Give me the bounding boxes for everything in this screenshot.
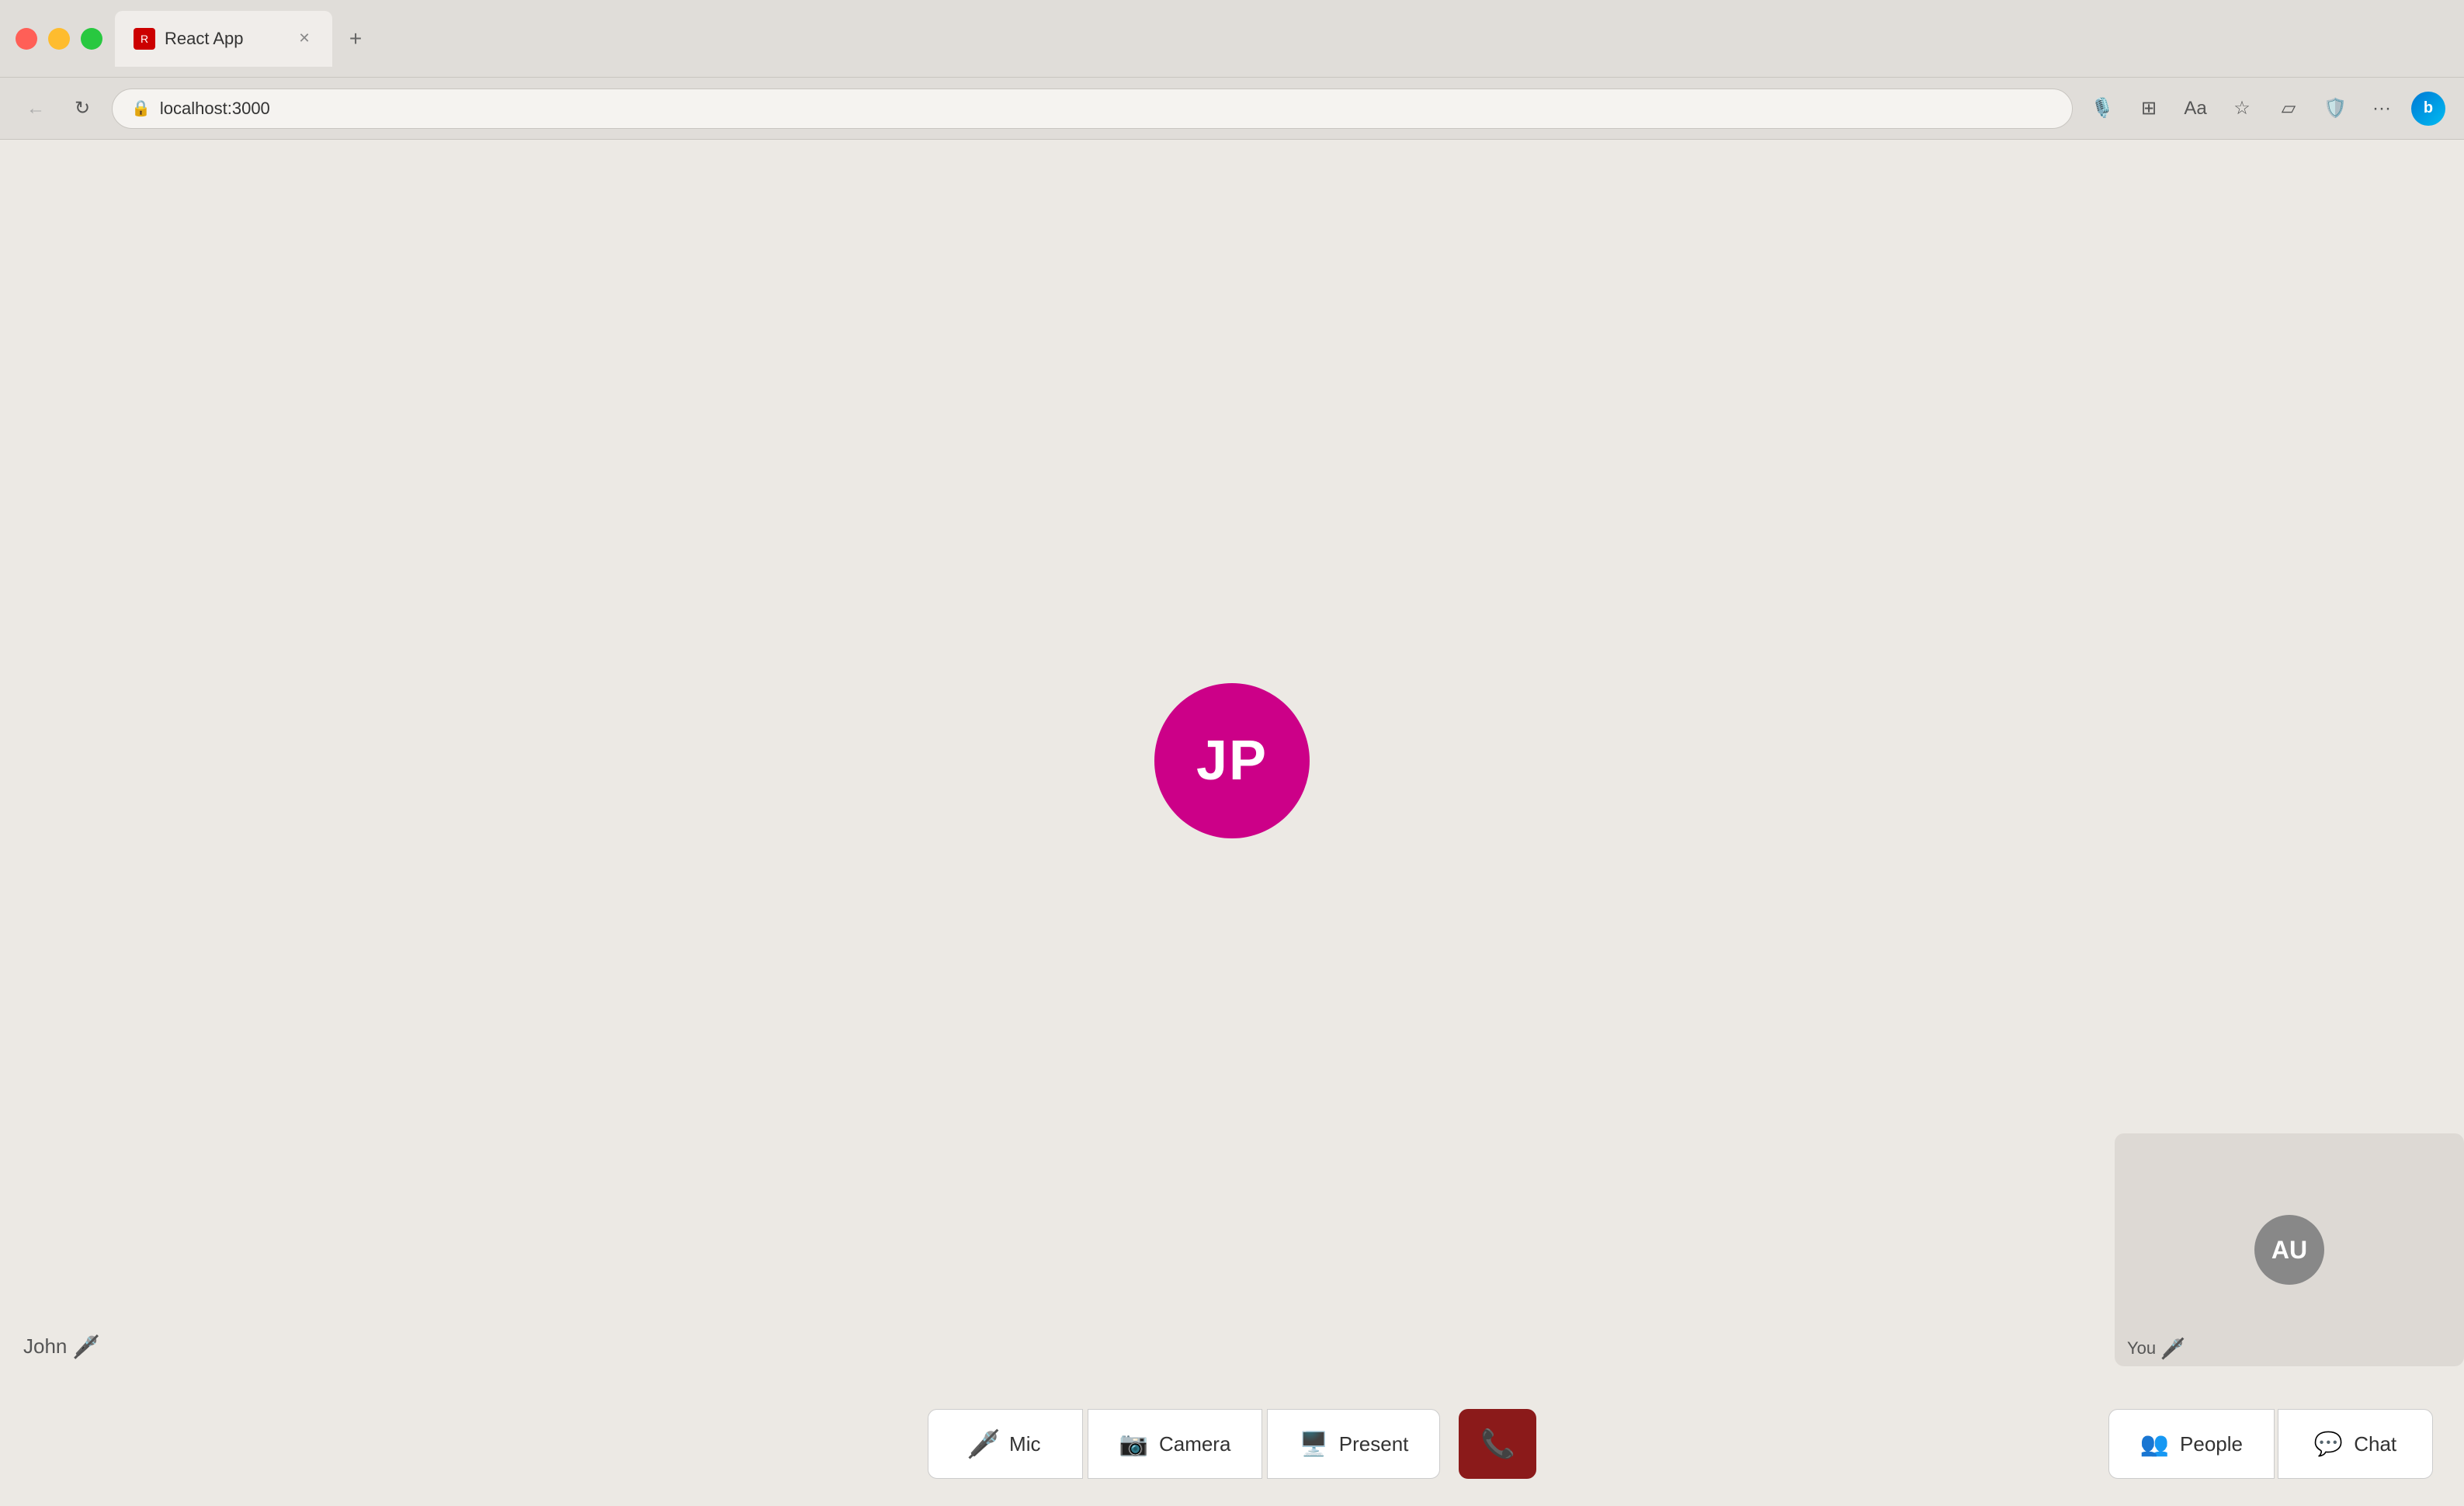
split-view-icon[interactable]: ▱ [2271, 92, 2306, 126]
present-label: Present [1339, 1432, 1409, 1456]
chat-label: Chat [2354, 1432, 2396, 1456]
new-tab-button[interactable]: + [338, 22, 373, 56]
minimize-window-button[interactable] [48, 28, 70, 50]
browser-toolbar: 🎙️ ⊞ Aa ☆ ▱ 🛡️ ··· b [2085, 92, 2445, 126]
microphone-icon[interactable]: 🎙️ [2085, 92, 2119, 126]
more-options-icon[interactable]: ··· [2365, 92, 2399, 126]
you-name-text: You [2127, 1338, 2156, 1359]
favicon-icon: R [141, 33, 148, 45]
video-main: JP John 🎤 AU You 🎤 [0, 140, 2464, 1382]
extensions-icon[interactable]: ⊞ [2132, 92, 2166, 126]
chat-icon: 💬 [2314, 1431, 2343, 1458]
close-window-button[interactable] [16, 28, 37, 50]
tab-close-button[interactable]: ✕ [295, 29, 314, 48]
active-tab[interactable]: R React App ✕ [115, 11, 332, 67]
refresh-button[interactable]: ↻ [65, 92, 99, 126]
people-icon: 👥 [2140, 1431, 2169, 1458]
browser-tab-bar: R React App ✕ + [0, 0, 2464, 78]
back-button[interactable]: ← [19, 92, 53, 126]
url-text: localhost:3000 [160, 99, 270, 119]
url-bar-row: ← ↻ 🔒 localhost:3000 🎙️ ⊞ Aa ☆ ▱ 🛡️ ··· … [0, 78, 2464, 140]
camera-button[interactable]: 📷 Camera [1088, 1409, 1263, 1479]
people-button[interactable]: 👥 People [2108, 1409, 2275, 1479]
favorites-icon[interactable]: ☆ [2225, 92, 2259, 126]
you-label: You 🎤 [2127, 1338, 2184, 1359]
camera-label: Camera [1159, 1432, 1230, 1456]
url-bar[interactable]: 🔒 localhost:3000 [112, 88, 2073, 129]
john-name-label: John [23, 1334, 67, 1359]
bing-copilot-icon[interactable]: b [2411, 92, 2445, 126]
right-controls: 👥 People 💬 Chat [2108, 1409, 2433, 1479]
reader-view-icon[interactable]: Aa [2178, 92, 2212, 126]
browser-shield-icon[interactable]: 🛡️ [2318, 92, 2352, 126]
john-participant-label: John 🎤 [23, 1334, 98, 1359]
controls-bar: 🎤 Mic 📷 Camera 🖥️ Present 📞 👥 Peop [0, 1382, 2464, 1506]
camera-icon: 📷 [1119, 1431, 1148, 1458]
present-icon: 🖥️ [1299, 1431, 1327, 1458]
people-label: People [2180, 1432, 2243, 1456]
you-mute-icon: 🎤 [2162, 1338, 2183, 1359]
john-mute-icon: 🎤 [75, 1335, 98, 1358]
chat-button[interactable]: 💬 Chat [2278, 1409, 2433, 1479]
mic-label: Mic [1009, 1432, 1040, 1456]
fullscreen-window-button[interactable] [81, 28, 102, 50]
hangup-button[interactable]: 📞 [1459, 1409, 1536, 1479]
lock-icon: 🔒 [131, 99, 151, 118]
main-avatar-initials: JP [1196, 729, 1268, 793]
center-controls: 🎤 Mic 📷 Camera 🖥️ Present 📞 [928, 1409, 1537, 1479]
tab-favicon: R [134, 28, 155, 50]
mic-off-icon: 🎤 [970, 1431, 998, 1458]
traffic-lights [16, 28, 102, 50]
you-thumbnail: AU You 🎤 [2115, 1133, 2464, 1366]
you-avatar: AU [2254, 1215, 2324, 1285]
tab-title: React App [165, 29, 286, 49]
mic-button[interactable]: 🎤 Mic [928, 1409, 1083, 1479]
hangup-icon: 📞 [1480, 1428, 1515, 1460]
you-avatar-initials: AU [2271, 1236, 2307, 1265]
tab-bar: R React App ✕ + [115, 11, 2448, 67]
app-area: JP John 🎤 AU You 🎤 🎤 Mic [0, 140, 2464, 1506]
main-participant-avatar: JP [1154, 683, 1310, 838]
present-button[interactable]: 🖥️ Present [1267, 1409, 1440, 1479]
